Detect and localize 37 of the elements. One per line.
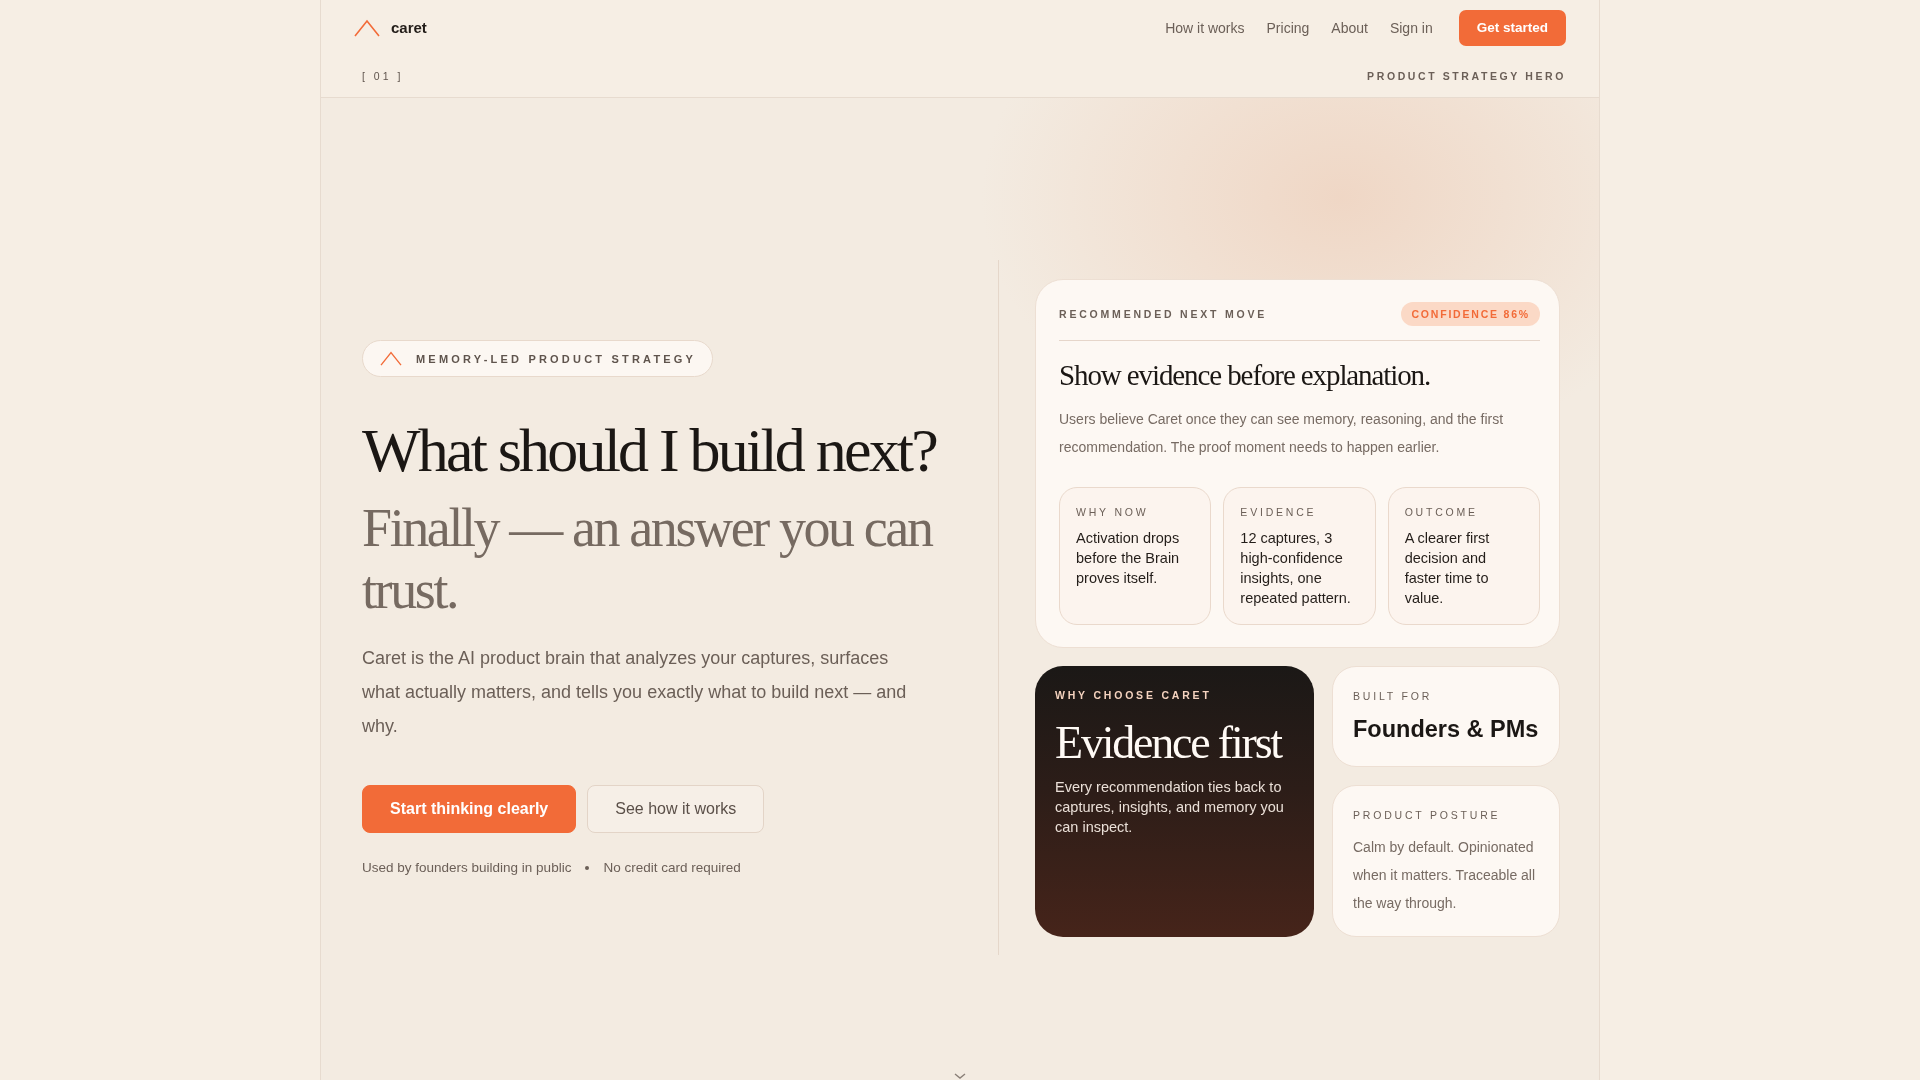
card-body: Users believe Caret once they can see memory, reasoning, and the first recommendation. The proof moment needs to happen earlier. [1059, 409, 1505, 457]
card-body: Every recommendation ties back to captures, insights, and memory you can inspect. [1055, 777, 1285, 837]
nav-link[interactable]: About [1331, 19, 1368, 36]
card-eyebrow: PRODUCT POSTURE [1353, 808, 1502, 821]
section-index: [ 01 ] [362, 70, 404, 82]
nav-link[interactable]: How it works [1165, 19, 1245, 36]
card-eyebrow: BUILT FOR [1353, 689, 1434, 702]
nav-link[interactable]: Pricing [1266, 19, 1310, 36]
card-title: Show evidence before explanation. [1059, 357, 1432, 393]
fact-text: A clearer first decision and faster time to value. [1404, 528, 1491, 608]
fact-label: WHY NOW [1076, 505, 1150, 518]
hero-note: No credit card required [603, 860, 741, 875]
section-label: PRODUCT STRATEGY HERO [1367, 70, 1566, 82]
separator-dot-icon [585, 865, 590, 870]
card-title: Evidence first [1055, 716, 1283, 769]
fact-text: Activation drops before the Brain proves itself. [1076, 528, 1181, 588]
card-eyebrow: RECOMMENDED NEXT MOVE [1059, 307, 1268, 320]
hero-note: Used by founders building in public [362, 860, 572, 875]
nav-link[interactable]: Sign in [1389, 19, 1433, 36]
fact-label: EVIDENCE [1240, 505, 1318, 518]
chevron-down-icon[interactable] [954, 1073, 966, 1079]
card-body: Calm by default. Opinionated when it matters. Traceable all the way through. [1353, 837, 1537, 913]
brand-name[interactable]: caret [391, 19, 427, 36]
start-button[interactable]: Start thinking clearly [362, 785, 577, 833]
how-it-works-button[interactable]: See how it works [587, 785, 765, 833]
fact-label: OUTCOME [1404, 505, 1479, 518]
confidence-badge: CONFIDENCE 86% [1401, 301, 1540, 326]
hero-description: Caret is the AI product brain that analyzes your captures, surfaces what actually matters, and tells you exactly what to build next — and why. [362, 647, 908, 738]
get-started-button[interactable]: Get started [1458, 9, 1566, 46]
caret-logo-icon [380, 351, 402, 366]
card-title: Founders & PMs [1353, 714, 1540, 744]
hero-title: What should I build next? [362, 415, 936, 486]
fact-text: 12 captures, 3 high-confidence insights, one repeated pattern. [1240, 528, 1352, 608]
tagline-text: MEMORY-LED PRODUCT STRATEGY [416, 352, 697, 365]
caret-logo-icon [354, 18, 380, 37]
card-eyebrow: WHY CHOOSE CARET [1055, 688, 1213, 701]
hero-subtitle: Finally — an answer you can trust. [362, 497, 934, 621]
